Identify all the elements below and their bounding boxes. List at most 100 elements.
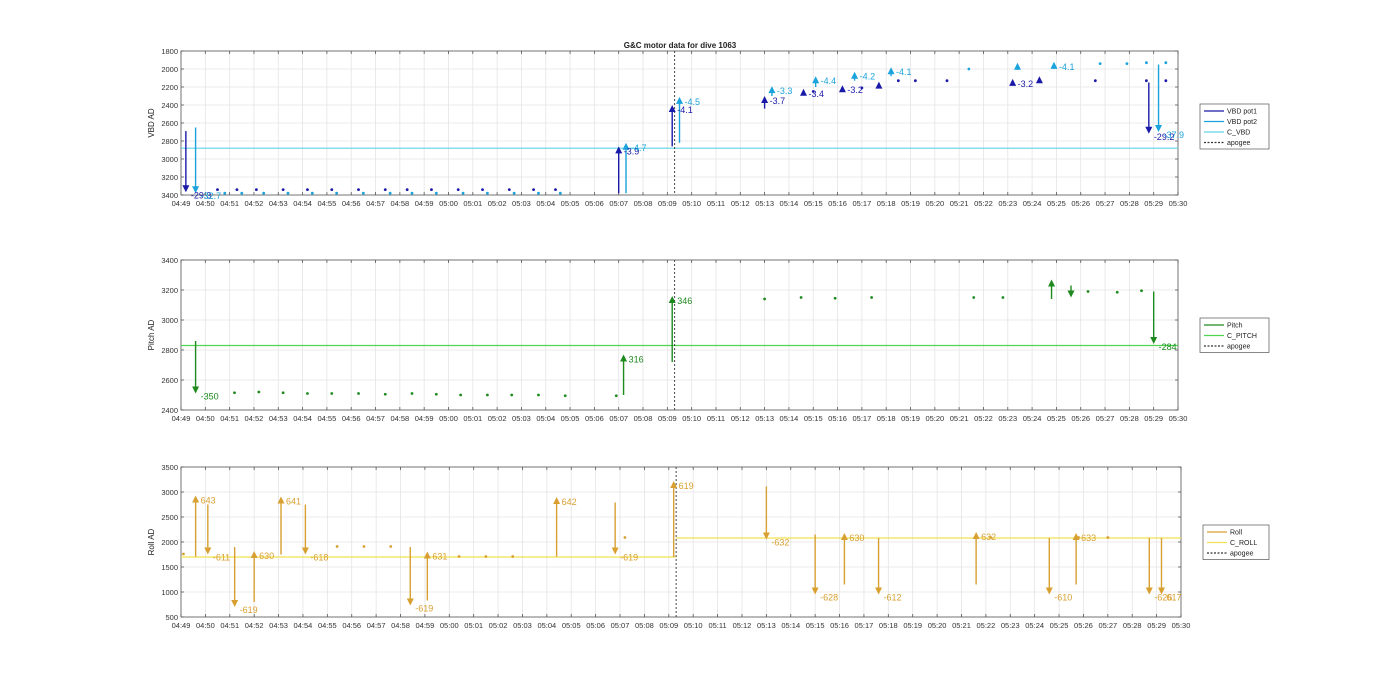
x-tick-label: 05:01 — [463, 199, 482, 208]
x-tick-label: 04:49 — [172, 621, 191, 630]
data-point — [388, 191, 392, 195]
x-tick-label: 05:05 — [561, 199, 580, 208]
x-tick-label: 05:05 — [561, 414, 580, 423]
chart-legend: VBD pot1 VBD pot2 C_VBDapogee — [1199, 103, 1270, 150]
y-tick-label: 3000 — [161, 316, 178, 325]
legend-label: C_PITCH — [1227, 333, 1257, 340]
x-tick-label: 05:18 — [879, 621, 898, 630]
arrow-head — [192, 386, 200, 394]
x-tick-label: 04:55 — [318, 414, 337, 423]
arrow-head — [800, 88, 808, 96]
x-tick-label: 05:30 — [1172, 621, 1191, 630]
x-tick-label: 05:19 — [901, 199, 920, 208]
x-tick-label: 05:21 — [952, 621, 971, 630]
data-point — [1144, 79, 1148, 83]
x-tick-label: 05:06 — [586, 621, 605, 630]
plot-marks — [181, 260, 1178, 410]
y-axis-label: Pitch AD — [147, 319, 156, 350]
x-tick-label: 05:16 — [828, 414, 847, 423]
y-tick-label: 1500 — [161, 563, 178, 572]
data-point — [799, 296, 803, 299]
x-tick-label: 05:02 — [488, 414, 507, 423]
arrow-head — [1145, 587, 1153, 595]
x-tick-label: 05:28 — [1120, 414, 1139, 423]
arrow-head — [1035, 76, 1043, 84]
arrow-label: -619 — [620, 553, 638, 563]
arrow-label: -4.4 — [821, 76, 837, 86]
x-tick-label: 05:22 — [976, 621, 995, 630]
y-tick-label: 2000 — [161, 538, 178, 547]
arrow-head — [875, 81, 883, 89]
x-tick-label: 04:54 — [293, 414, 312, 423]
x-tick-label: 05:14 — [780, 414, 799, 423]
data-point — [310, 191, 314, 195]
x-tick-label: 04:54 — [294, 621, 313, 630]
data-point — [510, 393, 514, 397]
x-tick-label: 05:24 — [1023, 199, 1042, 208]
data-point — [1140, 289, 1143, 293]
x-tick-label: 04:58 — [390, 199, 409, 208]
data-point — [554, 188, 557, 192]
data-point — [254, 188, 258, 192]
legend-label: VBD pot1 — [1227, 109, 1257, 116]
x-tick-label: 05:11 — [707, 199, 725, 208]
x-tick-label: 05:08 — [634, 414, 653, 423]
arrow-label: -3.2 — [1018, 79, 1034, 89]
arrow-label: 630 — [259, 551, 274, 561]
data-point — [262, 191, 266, 195]
arrow-label: 617 — [1166, 593, 1181, 603]
x-tick-label: 04:52 — [245, 414, 264, 423]
arrow-head — [1145, 126, 1153, 134]
y-tick-label: 1000 — [161, 588, 178, 597]
x-tick-label: 05:29 — [1144, 199, 1163, 208]
x-tick-label: 05:09 — [658, 414, 677, 423]
x-tick-label: 04:59 — [416, 621, 435, 630]
x-tick-label: 05:12 — [731, 414, 750, 423]
arrow-label: 633 — [1081, 533, 1096, 543]
data-point — [306, 392, 309, 395]
x-tick-label: 05:29 — [1147, 621, 1166, 630]
x-tick-label: 04:49 — [172, 199, 191, 208]
arrow-label: -3.2 — [847, 85, 863, 95]
arrow-head — [811, 587, 819, 595]
data-point — [223, 191, 227, 195]
x-tick-label: 05:06 — [585, 199, 604, 208]
data-point — [623, 536, 627, 539]
data-point — [461, 191, 465, 195]
x-tick-label: 05:26 — [1071, 414, 1090, 423]
data-point — [459, 393, 463, 397]
data-point — [389, 545, 393, 548]
x-tick-label: 05:10 — [682, 414, 701, 423]
arrow-label: -3.4 — [809, 89, 825, 99]
data-point — [182, 552, 185, 556]
x-tick-label: 05:28 — [1123, 621, 1142, 630]
x-tick-label: 04:53 — [269, 199, 288, 208]
legend-label: apogee — [1227, 140, 1250, 147]
data-point — [896, 79, 900, 83]
x-tick-label: 04:57 — [366, 414, 385, 423]
data-point — [330, 392, 334, 395]
legend-label: apogee — [1227, 344, 1250, 351]
y-tick-label: 2000 — [161, 65, 178, 74]
data-point — [512, 191, 516, 195]
data-point — [335, 545, 339, 548]
data-point — [410, 191, 414, 195]
data-point — [1001, 296, 1005, 299]
x-tick-label: 05:04 — [536, 199, 555, 208]
arrow-head — [761, 96, 769, 103]
data-point — [335, 191, 339, 195]
x-tick-label: 04:51 — [220, 414, 239, 423]
data-point — [1125, 62, 1129, 65]
data-point — [484, 555, 488, 558]
data-point — [1106, 536, 1110, 539]
data-point — [281, 391, 285, 395]
x-tick-label: 05:14 — [781, 621, 800, 630]
data-point — [383, 188, 387, 192]
x-tick-label: 05:00 — [439, 414, 458, 423]
data-point — [383, 392, 387, 396]
x-tick-label: 05:25 — [1047, 414, 1066, 423]
x-tick-label: 04:54 — [293, 199, 312, 208]
x-tick-label: 04:56 — [342, 621, 361, 630]
figure-title: G&C motor data for dive 1063 — [624, 41, 737, 50]
arrow-label: -37.9 — [1164, 130, 1185, 140]
